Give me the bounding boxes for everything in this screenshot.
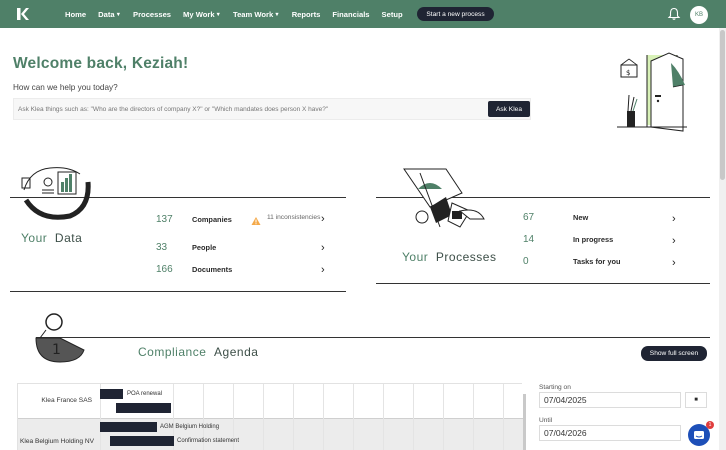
ask-klea-input[interactable]	[18, 99, 483, 119]
processes-new-count: 67	[523, 212, 535, 223]
starting-on-field[interactable]	[539, 392, 681, 408]
tasks-for-you-chevron-icon[interactable]: ›	[672, 257, 676, 269]
companies-chevron-icon[interactable]: ›	[321, 213, 325, 225]
warning-icon	[251, 217, 261, 225]
until-label: Until	[539, 417, 553, 424]
people-count: 33	[156, 242, 168, 253]
compliance-illustration: 1	[35, 313, 85, 363]
processes-new-row[interactable]: 67 New	[523, 212, 588, 223]
documents-label: Documents	[192, 265, 233, 274]
documents-row[interactable]: 166 Documents	[156, 264, 232, 275]
chat-notification-badge: 1	[706, 421, 714, 429]
nav-item-reports[interactable]: Reports	[292, 10, 321, 19]
nav-item-my-work[interactable]: My Work▼	[183, 10, 221, 19]
chevron-down-icon: ▼	[274, 11, 280, 18]
companies-row[interactable]: 137 Companies	[156, 214, 232, 225]
inconsistencies-link[interactable]: 11 inconsistencies	[267, 212, 327, 223]
your-processes-title: Your Processes	[402, 250, 497, 264]
ask-klea-box: Ask Klea	[13, 98, 531, 120]
ask-klea-button[interactable]: Ask Klea	[488, 101, 530, 117]
svg-text:$: $	[626, 69, 630, 77]
chevron-down-icon: ▼	[115, 11, 122, 18]
processes-new-chevron-icon[interactable]: ›	[672, 213, 676, 225]
processes-in-progress-label: In progress	[573, 235, 614, 244]
people-row[interactable]: 33 People	[156, 242, 216, 253]
start-new-process-button[interactable]: Start a new process	[417, 7, 494, 21]
processes-new-label: New	[573, 213, 589, 222]
compliance-badge: 1	[52, 342, 61, 358]
nav-item-financials[interactable]: Financials	[332, 10, 369, 19]
calendar-icon[interactable]: ■	[685, 392, 707, 408]
klea-logo-icon[interactable]	[16, 7, 30, 21]
gantt-item-label[interactable]: POA renewal	[127, 391, 162, 397]
people-label: People	[192, 243, 217, 252]
nav-item-team-work[interactable]: Team Work▼	[233, 10, 280, 19]
tasks-for-you-row[interactable]: 0 Tasks for you	[523, 256, 621, 267]
tasks-for-you-count: 0	[523, 256, 529, 267]
show-full-screen-button[interactable]: Show full screen	[641, 346, 707, 361]
processes-in-progress-row[interactable]: 14 In progress	[523, 234, 613, 245]
welcome-title: Welcome back, Keziah!	[13, 55, 189, 72]
nav-item-processes[interactable]: Processes	[133, 10, 171, 19]
your-data-title: Your Data	[21, 231, 83, 245]
scrollbar-thumb[interactable]	[720, 30, 725, 180]
tasks-for-you-label: Tasks for you	[573, 257, 621, 266]
gantt-bar[interactable]	[100, 389, 123, 399]
gantt-bar[interactable]	[116, 403, 171, 413]
gantt-row: Klea Belgium Holding NV	[18, 418, 523, 450]
process-section-divider-bottom	[376, 283, 710, 284]
compliance-agenda-title: Compliance Agenda	[138, 345, 259, 359]
compliance-gantt: Klea France SAS Klea Belgium Holding NV …	[17, 383, 523, 450]
documents-count: 166	[156, 264, 173, 275]
data-section-divider-bottom	[10, 291, 346, 292]
nav-item-data[interactable]: Data▼	[98, 10, 121, 19]
gantt-row-name: Klea Belgium Holding NV	[19, 438, 94, 445]
chevron-down-icon: ▼	[215, 11, 221, 18]
companies-label: Companies	[192, 215, 232, 224]
nav-item-setup[interactable]: Setup	[382, 10, 403, 19]
door-illustration: $	[617, 52, 687, 132]
gantt-bar[interactable]	[100, 422, 157, 432]
nav-menu: Home Data▼ Processes My Work▼ Team Work▼…	[65, 0, 415, 28]
nav-item-home[interactable]: Home	[65, 10, 86, 19]
page-scrollbar[interactable]	[719, 28, 726, 450]
starting-on-label: Starting on	[539, 384, 571, 391]
gantt-row: Klea France SAS	[18, 384, 523, 418]
gantt-bar[interactable]	[110, 436, 174, 446]
top-nav: Home Data▼ Processes My Work▼ Team Work▼…	[0, 0, 726, 28]
processes-in-progress-count: 14	[523, 234, 535, 245]
companies-count: 137	[156, 214, 173, 225]
data-illustration	[21, 167, 91, 220]
compliance-divider	[36, 337, 710, 338]
help-text: How can we help you today?	[13, 83, 118, 92]
gantt-item-label[interactable]: AGM Belgium Holding	[160, 424, 219, 430]
documents-chevron-icon[interactable]: ›	[321, 264, 325, 276]
until-field[interactable]	[539, 425, 681, 441]
avatar[interactable]: KB	[690, 6, 708, 24]
bell-icon[interactable]	[667, 7, 681, 21]
processes-in-progress-chevron-icon[interactable]: ›	[672, 235, 676, 247]
processes-illustration	[403, 168, 485, 228]
people-chevron-icon[interactable]: ›	[321, 242, 325, 254]
gantt-row-name: Klea France SAS	[41, 397, 92, 404]
gantt-item-label[interactable]: Confirmation statement	[177, 438, 239, 444]
gantt-scrollbar[interactable]	[523, 394, 526, 450]
